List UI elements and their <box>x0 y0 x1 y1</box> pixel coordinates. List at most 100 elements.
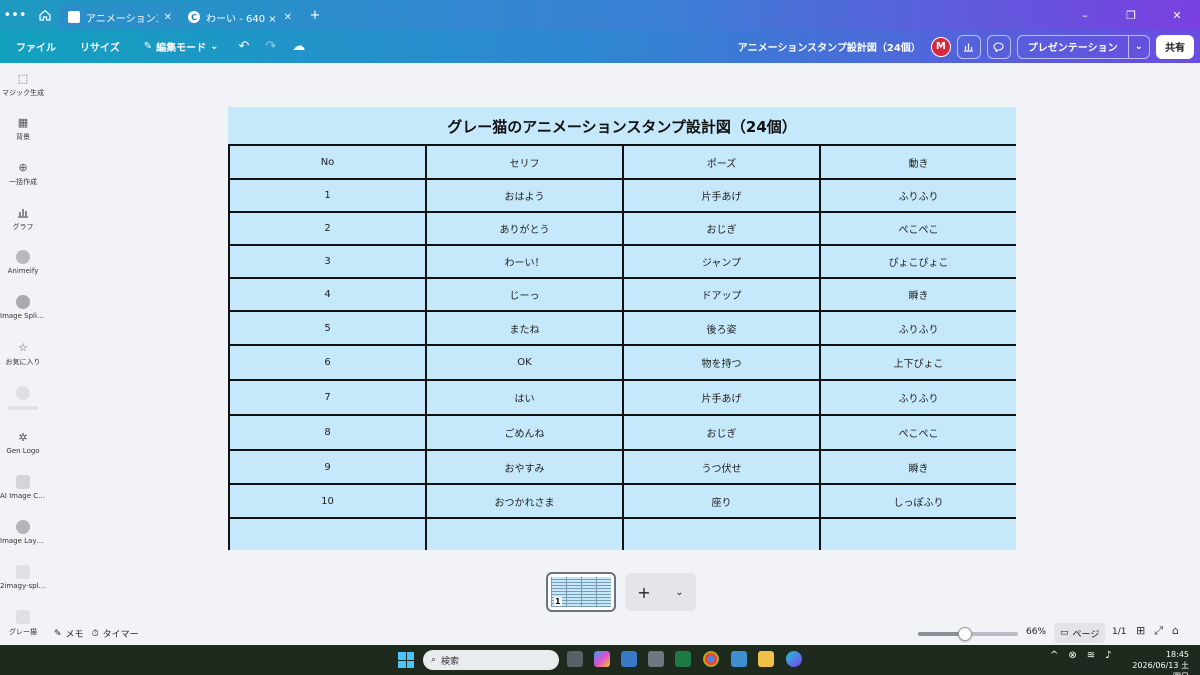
share-button[interactable]: 共有 <box>1156 34 1194 59</box>
tab-waai[interactable]: C わーい - 640 × 540px ✕ <box>180 4 300 30</box>
zoom-level[interactable]: 66% <box>1026 627 1046 637</box>
sidebar-item-magic-generate[interactable]: ⬚ マジック生成 <box>0 71 46 98</box>
chevron-down-icon[interactable]: ⌄ <box>1127 35 1149 58</box>
table-cell[interactable]: 座り <box>622 483 821 519</box>
table-cell[interactable]: ドアップ <box>622 277 821 312</box>
stamp-design-table[interactable]: No セリフ ポーズ 動き 1 おはよう 片手あげ ふりふり 2 ありがとう おじぎ ぺこぺこ… <box>228 144 1016 550</box>
cloud-save-icon[interactable]: ☁ <box>284 39 313 54</box>
table-cell[interactable]: ごめんね <box>425 414 624 451</box>
home-icon[interactable] <box>30 0 60 30</box>
chrome-icon[interactable] <box>703 651 719 667</box>
sidebar-item-bulk-create[interactable]: ⊕ 一括作成 <box>0 160 46 187</box>
table-cell[interactable]: はい <box>425 379 624 416</box>
column-header[interactable]: ポーズ <box>622 144 821 180</box>
taskbar-clock[interactable]: 18:45 2026/06/13 土曜日 <box>1125 649 1189 675</box>
fullscreen-icon[interactable]: ⤢ <box>1154 624 1163 638</box>
table-cell[interactable]: ありがとう <box>425 211 624 246</box>
zoom-slider[interactable] <box>918 627 1018 641</box>
close-circle-icon[interactable]: ⊗ <box>1068 650 1076 661</box>
table-cell[interactable]: 6 <box>228 344 427 381</box>
table-cell[interactable]: 瞬き <box>819 449 1016 485</box>
table-cell[interactable]: 2 <box>228 211 427 246</box>
sidebar-item-favorites[interactable]: ☆ お気に入り <box>0 340 46 367</box>
table-cell[interactable]: おはよう <box>425 178 624 213</box>
grid-view-icon[interactable]: ⊞ <box>1136 624 1145 638</box>
copilot-icon[interactable] <box>594 651 610 667</box>
table-cell[interactable]: うつ伏せ <box>622 449 821 485</box>
table-cell[interactable] <box>425 517 624 550</box>
table-cell[interactable]: 後ろ姿 <box>622 310 821 346</box>
task-view-icon[interactable] <box>567 651 583 667</box>
notes-button[interactable]: ✎ メモ <box>54 627 84 641</box>
table-cell[interactable]: おやすみ <box>425 449 624 485</box>
edit-mode-button[interactable]: ✎ 編集モード ⌄ <box>132 39 231 54</box>
comment-icon[interactable] <box>986 34 1011 59</box>
calculator-icon[interactable] <box>648 651 664 667</box>
table-cell[interactable]: 物を持つ <box>622 344 821 381</box>
present-button[interactable]: プレゼンテーション ⌄ <box>1016 34 1150 59</box>
table-cell[interactable]: 片手あげ <box>622 178 821 213</box>
undo-icon[interactable]: ↶ <box>230 39 257 54</box>
plus-icon[interactable]: + <box>637 583 650 602</box>
table-cell[interactable]: 片手あげ <box>622 379 821 416</box>
page-view-button[interactable]: ▭ ページ <box>1054 623 1106 643</box>
table-cell[interactable]: 7 <box>228 379 427 416</box>
sidebar-item-chart[interactable]: グラフ <box>0 205 46 232</box>
table-cell[interactable]: おじぎ <box>622 414 821 451</box>
chevron-down-icon[interactable]: ⌄ <box>675 587 683 598</box>
zoom-slider-knob[interactable] <box>958 627 972 641</box>
table-cell[interactable]: 上下ぴょこ <box>819 344 1016 381</box>
windows-start-icon[interactable] <box>398 652 414 668</box>
document-title[interactable]: アニメーションスタンプ設計図（24個） <box>738 39 921 54</box>
file-explorer-icon[interactable] <box>758 651 774 667</box>
maximize-button[interactable]: ❐ <box>1108 9 1154 22</box>
table-cell[interactable]: OK <box>425 344 624 381</box>
sidebar-item-animeify[interactable]: Animeify <box>0 250 46 275</box>
table-cell[interactable]: 10 <box>228 483 427 519</box>
notepad-icon[interactable] <box>731 651 747 667</box>
file-menu-button[interactable]: ファイル <box>4 39 68 54</box>
column-header[interactable]: セリフ <box>425 144 624 180</box>
page-thumbnail[interactable]: 1 <box>546 572 616 612</box>
table-cell[interactable]: 8 <box>228 414 427 451</box>
canvas-title[interactable]: グレー猫のアニメーションスタンプ設計図（24個） <box>228 107 1016 145</box>
table-cell[interactable]: 4 <box>228 277 427 312</box>
sidebar-item-image-split[interactable]: Image Split... <box>0 295 46 320</box>
table-cell[interactable]: またね <box>425 310 624 346</box>
table-cell[interactable]: おつかれさま <box>425 483 624 519</box>
wifi-icon[interactable]: ≋ <box>1087 650 1095 661</box>
table-cell[interactable]: わーい！ <box>425 244 624 279</box>
more-dots-icon[interactable]: ••• <box>0 0 30 30</box>
taskbar-search[interactable]: ⌕ 検索 <box>423 650 559 670</box>
resize-button[interactable]: リサイズ <box>68 39 132 54</box>
table-cell[interactable] <box>622 517 821 550</box>
column-header[interactable]: 動き <box>819 144 1016 180</box>
design-canvas[interactable]: グレー猫のアニメーションスタンプ設計図（24個） No セリフ ポーズ 動き 1… <box>228 107 1016 550</box>
table-cell[interactable]: ジャンプ <box>622 244 821 279</box>
photos-icon[interactable] <box>621 651 637 667</box>
table-cell[interactable]: ぺこぺこ <box>819 414 1016 451</box>
table-cell[interactable]: ぴょこぴょこ <box>819 244 1016 279</box>
minimize-button[interactable]: – <box>1062 9 1108 22</box>
insights-chart-icon[interactable] <box>956 34 981 59</box>
table-cell[interactable]: しっぽふり <box>819 483 1016 519</box>
sidebar-item-imagy-split[interactable]: 2imagy-spli... <box>0 565 46 590</box>
table-cell[interactable]: ふりふり <box>819 178 1016 213</box>
table-cell[interactable]: 瞬き <box>819 277 1016 312</box>
table-cell[interactable]: じーっ <box>425 277 624 312</box>
table-cell[interactable]: 5 <box>228 310 427 346</box>
table-cell[interactable]: ぺこぺこ <box>819 211 1016 246</box>
table-cell[interactable]: 9 <box>228 449 427 485</box>
close-icon[interactable]: ✕ <box>284 12 292 23</box>
excel-icon[interactable] <box>675 651 691 667</box>
table-cell[interactable] <box>819 517 1016 550</box>
redo-icon[interactable]: ↷ <box>257 39 284 54</box>
volume-icon[interactable]: ♪ <box>1105 650 1111 661</box>
timer-button[interactable]: ⏱ タイマー <box>92 627 139 641</box>
new-tab-button[interactable]: + <box>300 0 330 30</box>
table-cell[interactable]: ふりふり <box>819 310 1016 346</box>
add-page-button[interactable]: + ⌄ <box>625 573 696 611</box>
close-window-button[interactable]: ✕ <box>1154 9 1200 22</box>
sidebar-item-image-layers[interactable]: Image Layers <box>0 520 46 545</box>
sidebar-item-gen-logo[interactable]: ✲ Gen Logo <box>0 430 46 456</box>
